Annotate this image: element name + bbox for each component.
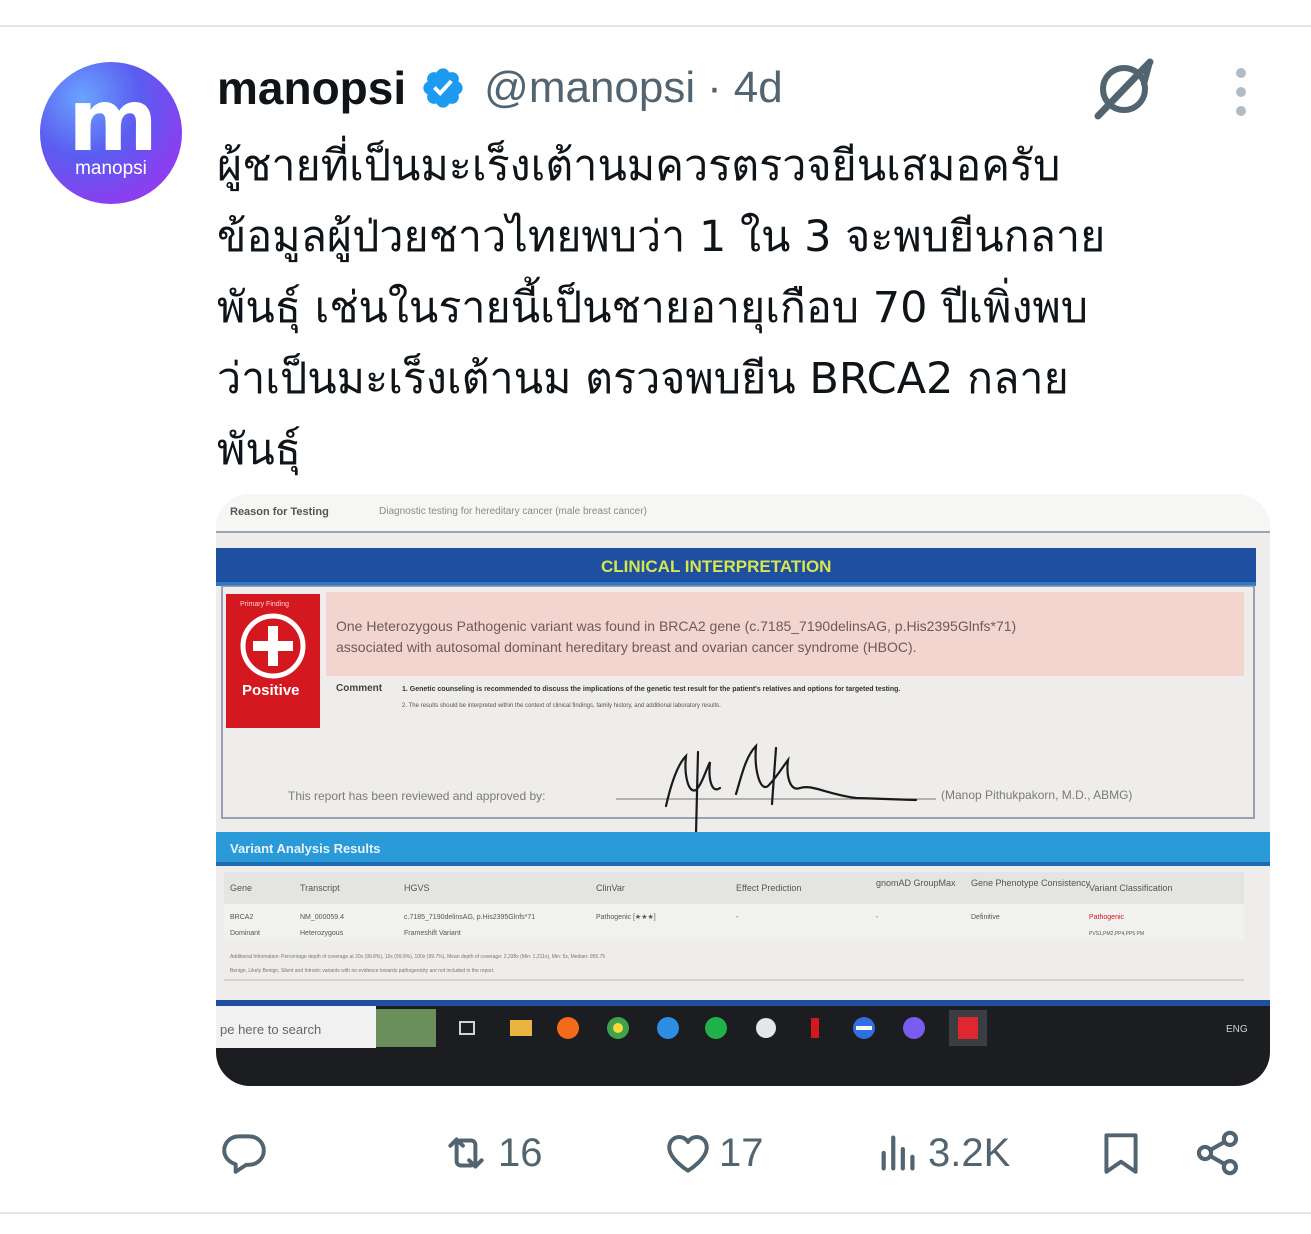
- tweet-photo[interactable]: Reason for Testing Diagnostic testing fo…: [216, 494, 1270, 1086]
- taskbar-lang: ENG: [1226, 1024, 1248, 1035]
- approver-name: (Manop Pithukpakorn, M.D., ABMG): [941, 788, 1132, 802]
- retweet-icon: [448, 1137, 484, 1169]
- like-count: 17: [719, 1130, 764, 1175]
- cell-clinvar: Pathogenic [★★★]: [596, 913, 656, 921]
- taskbar-search: pe here to search: [220, 1022, 321, 1037]
- cell-zygosity: Heterozygous: [300, 930, 344, 937]
- comment-1: 1. Genetic counseling is recommended to …: [402, 686, 900, 693]
- comment-2: 2. The results should be interpreted wit…: [402, 703, 721, 709]
- more-vertical-icon[interactable]: [1223, 64, 1259, 120]
- tweet-line: ว่าเป็นมะเร็งเต้านม ตรวจพบยีน BRCA2 กลาย: [217, 354, 1069, 404]
- cell-transcript: NM_000059.4: [300, 914, 344, 921]
- avatar-caption: manopsi: [75, 158, 147, 179]
- reason-value: Diagnostic testing for hereditary cancer…: [379, 506, 647, 517]
- avatar[interactable]: m manopsi: [40, 62, 182, 204]
- cell-classification: Pathogenic: [1089, 914, 1125, 921]
- tweet-line: พันธุ์: [217, 425, 301, 475]
- tweet-line: พันธุ์ เช่นในรายนี้เป็นชายอายุเกือบ 70 ป…: [217, 283, 1089, 333]
- tweet-line: ข้อมูลผู้ป่วยชาวไทยพบว่า 1 ใน 3 จะพบยีนก…: [217, 212, 1106, 262]
- bookmark-icon: [1104, 1133, 1138, 1174]
- col-gene: Gene: [230, 883, 252, 893]
- cell-variant-type: Frameshift Variant: [404, 930, 461, 937]
- cell-criteria: PVS1,PM2,PP4,PP5 PM: [1089, 931, 1144, 937]
- cell-hgvs: c.7185_7190delinsAG, p.His2395Glnfs*71: [404, 914, 535, 921]
- verified-badge-icon: [423, 68, 463, 108]
- col-transcript: Transcript: [300, 883, 340, 893]
- finding-line-1: One Heterozygous Pathogenic variant was …: [336, 618, 1016, 634]
- tweet-header: manopsi @manopsi · 4d: [217, 58, 783, 118]
- approval-text: This report has been reviewed and approv…: [288, 789, 546, 803]
- reply-icon: [222, 1134, 266, 1174]
- share-icon: [1196, 1130, 1239, 1176]
- comment-label: Comment: [336, 683, 383, 694]
- variant-analysis-header: Variant Analysis Results: [230, 841, 381, 856]
- reason-label: Reason for Testing: [230, 506, 329, 518]
- col-hgvs: HGVS: [404, 883, 430, 893]
- cell-inheritance: Dominant: [230, 930, 260, 937]
- views-button[interactable]: 3.2K: [876, 1118, 1010, 1188]
- more-dot: [1236, 68, 1246, 78]
- col-gnomad: gnomAD GroupMax: [876, 878, 956, 888]
- cell-consistency: Definitive: [971, 914, 1000, 921]
- avatar-letter: m: [68, 71, 158, 171]
- tweet-text: ผู้ชายที่เป็นมะเร็งเต้านมควรตรวจยีนเสมอค…: [217, 131, 1277, 486]
- author-handle[interactable]: @manopsi: [484, 63, 695, 113]
- views-bar-icon: [881, 1135, 915, 1171]
- badge-positive-label: Positive: [242, 682, 300, 699]
- share-button[interactable]: [1192, 1118, 1244, 1188]
- tweet-line: ผู้ชายที่เป็นมะเร็งเต้านมควรตรวจยีนเสมอค…: [217, 141, 1061, 191]
- grok-icon[interactable]: [1090, 54, 1162, 120]
- separator-dot: ·: [707, 63, 722, 112]
- col-variant-classification: Variant Classification: [1089, 883, 1172, 893]
- tweet-actions: 16 17 3.2K: [0, 1118, 1311, 1188]
- col-gene-phenotype: Gene Phenotype Consistency: [971, 878, 1091, 888]
- more-dot: [1236, 87, 1246, 97]
- reply-button[interactable]: [219, 1118, 269, 1188]
- footnote-1: Additional Information: Percentage depth…: [230, 954, 605, 960]
- view-count: 3.2K: [928, 1130, 1011, 1175]
- more-dot: [1236, 106, 1246, 116]
- col-clinvar: ClinVar: [596, 883, 625, 893]
- retweet-count: 16: [498, 1130, 543, 1175]
- heart-icon: [667, 1134, 709, 1173]
- report-photo: Reason for Testing Diagnostic testing fo…: [216, 494, 1270, 1086]
- badge-top-label: Primary Finding: [240, 601, 289, 608]
- author-name[interactable]: manopsi: [217, 61, 406, 115]
- clinical-interpretation-title: CLINICAL INTERPRETATION: [601, 557, 831, 576]
- retweet-button[interactable]: 16: [440, 1118, 543, 1188]
- cell-gene: BRCA2: [230, 914, 253, 921]
- footnote-2: Benign, Likely Benign, Silent and Intron…: [230, 968, 495, 974]
- col-effect-prediction: Effect Prediction: [736, 883, 801, 893]
- tweet-time[interactable]: 4d: [734, 63, 783, 113]
- bookmark-button[interactable]: [1096, 1118, 1146, 1188]
- like-button[interactable]: 17: [663, 1118, 764, 1188]
- top-divider: [0, 25, 1311, 27]
- bottom-divider: [0, 1212, 1311, 1214]
- finding-line-2: associated with autosomal dominant hered…: [336, 639, 917, 655]
